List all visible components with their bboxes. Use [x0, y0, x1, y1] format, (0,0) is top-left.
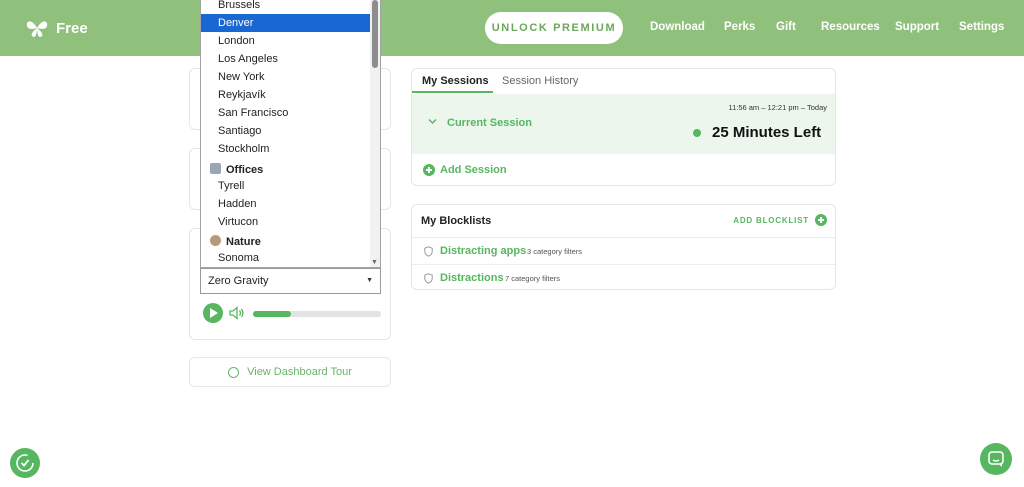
- active-tab-underline: [412, 91, 493, 93]
- chevron-down-icon[interactable]: [428, 117, 437, 126]
- sound-select[interactable]: Zero Gravity ▼: [200, 268, 381, 294]
- option-stockholm[interactable]: Stockholm: [201, 140, 371, 158]
- plus-circle-icon: [423, 164, 435, 176]
- blocklist-row[interactable]: Distractions 7 category filters: [412, 264, 835, 289]
- nav-resources[interactable]: Resources: [821, 21, 880, 33]
- option-virtucon[interactable]: Virtucon: [201, 213, 371, 231]
- speaker-icon[interactable]: [229, 306, 245, 320]
- sound-dropdown-list[interactable]: Brussels Denver London Los Angeles New Y…: [200, 0, 381, 268]
- active-status-dot: [693, 129, 701, 137]
- focus-timer-button[interactable]: [10, 448, 40, 478]
- caret-down-icon: ▼: [366, 277, 373, 284]
- blocklists-card: My Blocklists ADD BLOCKLIST Distracting …: [411, 204, 836, 290]
- nav-download[interactable]: Download: [650, 21, 705, 33]
- blocklist-name[interactable]: Distractions: [440, 272, 504, 284]
- scrollbar-thumb[interactable]: [372, 0, 378, 68]
- add-blocklist-button[interactable]: ADD BLOCKLIST: [733, 214, 827, 226]
- blocklist-row[interactable]: Distracting apps 3 category filters: [412, 237, 835, 264]
- sound-select-value: Zero Gravity: [208, 275, 269, 287]
- dropdown-scrollbar[interactable]: ▼: [370, 0, 380, 267]
- shield-icon: [424, 273, 433, 284]
- option-hadden[interactable]: Hadden: [201, 195, 371, 213]
- compass-icon: [228, 366, 240, 378]
- add-blocklist-label: ADD BLOCKLIST: [733, 215, 809, 225]
- session-time-range: 11:56 am – 12:21 pm – Today: [728, 103, 827, 112]
- blocklist-filter-count: 7 category filters: [505, 274, 561, 283]
- top-header: Free UNLOCK PREMIUM Download Perks Gift …: [0, 0, 1024, 56]
- snail-icon: [210, 235, 221, 246]
- scroll-down-arrow-icon[interactable]: ▼: [371, 259, 378, 266]
- blocklist-filter-count: 3 category filters: [527, 247, 583, 256]
- chat-support-button[interactable]: [980, 443, 1012, 475]
- option-santiago[interactable]: Santiago: [201, 122, 371, 140]
- option-london[interactable]: London: [201, 32, 371, 50]
- option-los-angeles[interactable]: Los Angeles: [201, 50, 371, 68]
- blocklists-title: My Blocklists: [421, 215, 492, 227]
- blocklist-name[interactable]: Distracting apps: [440, 245, 526, 257]
- current-session-label: Current Session: [447, 117, 532, 129]
- option-reykjavik[interactable]: Reykjavík: [201, 86, 371, 104]
- volume-fill: [253, 311, 292, 317]
- view-dashboard-tour-button[interactable]: View Dashboard Tour: [189, 357, 391, 387]
- chat-bubble-icon: [988, 451, 1004, 467]
- unlock-premium-button[interactable]: UNLOCK PREMIUM: [485, 12, 623, 44]
- option-denver[interactable]: Denver: [201, 14, 371, 32]
- checkmark-clock-icon: [16, 454, 34, 472]
- group-nature-label: Nature: [226, 236, 261, 248]
- tab-session-history[interactable]: Session History: [502, 75, 578, 92]
- volume-slider[interactable]: [253, 311, 381, 317]
- office-building-icon: [210, 163, 221, 174]
- nav-settings[interactable]: Settings: [959, 21, 1004, 33]
- option-sonoma[interactable]: Sonoma: [201, 249, 371, 267]
- sessions-card: My Sessions Session History Current Sess…: [411, 68, 836, 186]
- option-tyrell[interactable]: Tyrell: [201, 177, 371, 195]
- tour-label: View Dashboard Tour: [247, 366, 352, 378]
- shield-icon: [424, 246, 433, 257]
- option-new-york[interactable]: New York: [201, 68, 371, 86]
- option-brussels[interactable]: Brussels: [201, 0, 371, 14]
- plus-circle-icon: [815, 214, 827, 226]
- plan-label: Free: [56, 20, 88, 37]
- nav-support[interactable]: Support: [895, 21, 939, 33]
- nav-perks[interactable]: Perks: [724, 21, 755, 33]
- add-session-label: Add Session: [440, 164, 507, 176]
- butterfly-logo-icon[interactable]: [26, 17, 48, 39]
- play-button[interactable]: [203, 303, 223, 323]
- current-session-panel[interactable]: Current Session 11:56 am – 12:21 pm – To…: [412, 94, 835, 154]
- add-session-button[interactable]: Add Session: [423, 164, 507, 176]
- nav-gift[interactable]: Gift: [776, 21, 796, 33]
- minutes-left: 25 Minutes Left: [712, 124, 822, 141]
- group-offices-label: Offices: [226, 164, 264, 176]
- tab-my-sessions[interactable]: My Sessions: [422, 75, 489, 92]
- option-san-francisco[interactable]: San Francisco: [201, 104, 371, 122]
